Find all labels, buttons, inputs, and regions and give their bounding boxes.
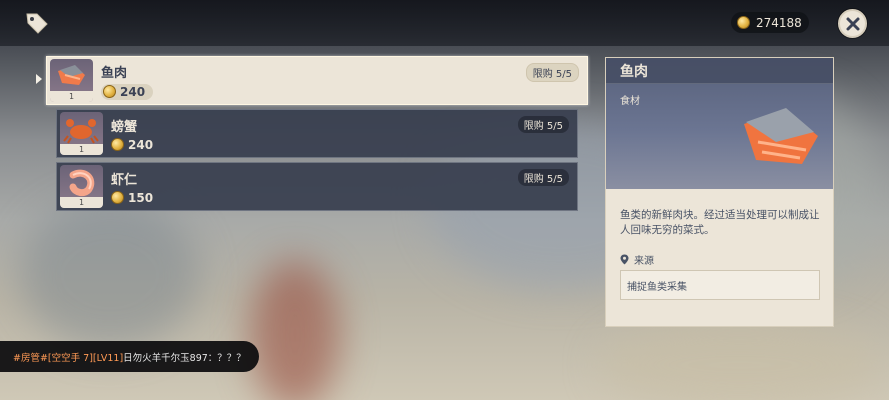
crab-icon	[63, 119, 99, 144]
close-icon	[846, 17, 859, 30]
item-price: 240	[101, 83, 154, 100]
item-thumbnail: 1	[60, 112, 103, 155]
shop-item-crab[interactable]: 1 螃蟹 240 限购 5/5	[56, 109, 578, 158]
item-price-value: 150	[128, 190, 154, 205]
mora-coin-icon	[103, 85, 116, 98]
location-pin-icon	[620, 254, 629, 265]
source-label: 来源	[620, 252, 654, 267]
chat-tag: #房管#	[13, 352, 48, 364]
source-entry: 捕捉鱼类采集	[620, 270, 820, 300]
chat-message: #房管# [空空手 7][LV11] 日勿火羊千尔玉897：？？？	[0, 341, 259, 372]
shop-item-shrimp[interactable]: 1 虾仁 150 限购 5/5	[56, 162, 578, 211]
detail-header: 鱼肉 食材	[606, 58, 833, 189]
item-quantity: 1	[60, 197, 103, 208]
item-price-value: 240	[120, 84, 146, 99]
background-blur	[250, 260, 340, 400]
item-thumbnail: 1	[60, 165, 103, 208]
shrimp-icon	[69, 169, 95, 197]
item-price: 150	[111, 191, 153, 205]
purchase-limit-badge: 限购 5/5	[517, 169, 569, 186]
shop-item-fish-meat[interactable]: 1 鱼肉 240 限购 5/5	[46, 56, 588, 105]
fish-meat-icon	[58, 65, 85, 85]
mora-coin-icon	[111, 138, 124, 151]
selected-arrow-icon	[36, 74, 42, 84]
top-bar: 274188	[0, 0, 889, 46]
chat-user: [空空手 7][LV11]	[47, 352, 124, 364]
chat-text: 日勿火羊千尔玉897：？？？	[123, 352, 246, 364]
item-name: 鱼肉	[101, 65, 128, 81]
price-tag-icon	[24, 10, 50, 36]
detail-description: 鱼类的新鲜肉块。经过适当处理可以制成让人回味无穷的菜式。	[620, 209, 820, 236]
fish-meat-icon	[744, 108, 818, 164]
close-button[interactable]	[838, 9, 867, 38]
item-detail-panel: 鱼肉 食材 鱼类的新鲜肉块。经过适当处理可以制成让人回味无穷的菜式。 来源 捕捉…	[605, 57, 834, 327]
mora-coin-icon	[111, 191, 124, 204]
currency-display: 274188	[731, 12, 809, 33]
item-name: 虾仁	[111, 172, 138, 188]
item-price-value: 240	[128, 137, 154, 152]
item-name: 螃蟹	[111, 119, 138, 135]
mora-coin-icon	[737, 16, 750, 29]
currency-value: 274188	[756, 15, 802, 30]
item-thumbnail: 1	[50, 59, 93, 102]
item-quantity: 1	[50, 91, 93, 102]
purchase-limit-badge: 限购 5/5	[525, 63, 579, 82]
source-label-text: 来源	[634, 256, 654, 267]
background-blur	[20, 200, 200, 350]
background-blur	[600, 320, 880, 400]
purchase-limit-badge: 限购 5/5	[517, 116, 569, 133]
detail-type: 食材	[620, 96, 640, 107]
detail-title: 鱼肉	[620, 63, 648, 80]
item-quantity: 1	[60, 144, 103, 155]
item-price: 240	[111, 138, 153, 152]
